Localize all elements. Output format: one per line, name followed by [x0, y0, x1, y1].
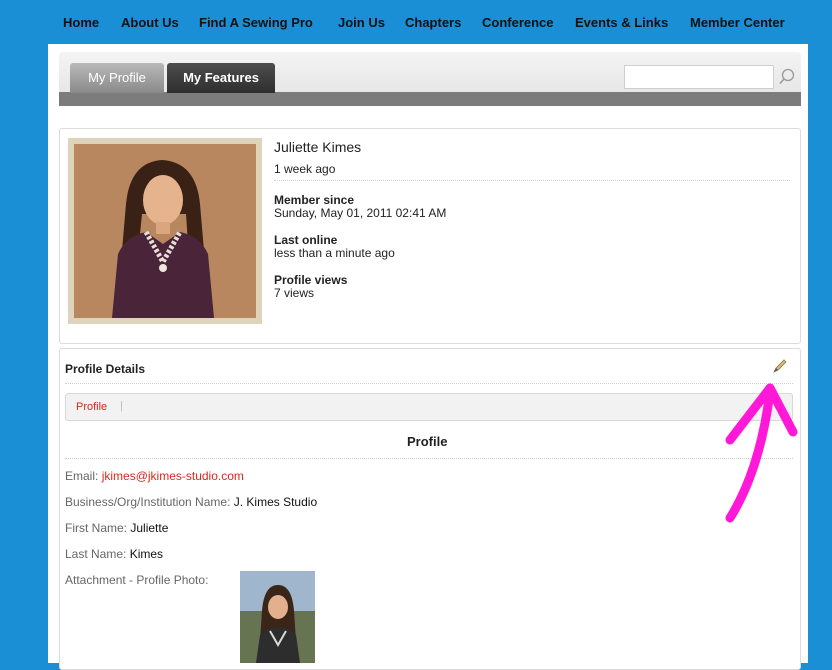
- tab-my-profile[interactable]: My Profile: [70, 63, 164, 93]
- top-navigation: Home About Us Find A Sewing Pro Join Us …: [48, 0, 808, 44]
- search-input[interactable]: [624, 65, 774, 89]
- nav-find-a-sewing-pro[interactable]: Find A Sewing Pro: [199, 15, 313, 30]
- nav-member-center[interactable]: Member Center: [690, 15, 785, 30]
- attachment-label: Attachment - Profile Photo:: [65, 573, 209, 587]
- profile-last-update: 1 week ago: [274, 162, 336, 176]
- profile-views-label: Profile views: [274, 273, 348, 287]
- search-icon[interactable]: [778, 68, 796, 86]
- member-since-value: Sunday, May 01, 2011 02:41 AM: [274, 206, 447, 220]
- details-tab-box: Profile |: [65, 393, 793, 421]
- divider: [65, 458, 793, 459]
- nav-join-us[interactable]: Join Us: [338, 15, 385, 30]
- divider: [65, 383, 793, 384]
- details-tab-profile[interactable]: Profile: [76, 401, 107, 413]
- business-label: Business/Org/Institution Name:: [65, 495, 231, 509]
- divider: [274, 180, 790, 181]
- email-label: Email:: [65, 469, 99, 483]
- email-link[interactable]: jkimes@jkimes-studio.com: [102, 469, 244, 483]
- business-value: J. Kimes Studio: [233, 495, 318, 509]
- tab-underline-strip: [59, 92, 801, 106]
- email-row: Email: jkimes@jkimes-studio.com: [65, 469, 244, 483]
- first-name-value: Juliette: [130, 521, 169, 535]
- tab-my-features[interactable]: My Features: [167, 63, 275, 93]
- attachment-photo[interactable]: [240, 571, 315, 663]
- nav-home[interactable]: Home: [63, 15, 99, 30]
- member-since-label: Member since: [274, 193, 355, 207]
- page-container: Home About Us Find A Sewing Pro Join Us …: [48, 0, 808, 670]
- profile-views-value: 7 views: [274, 286, 315, 300]
- last-name-value: Kimes: [129, 547, 164, 561]
- tab-separator: |: [120, 400, 123, 412]
- profile-name: Juliette Kimes: [274, 139, 362, 155]
- last-online-label: Last online: [274, 233, 338, 247]
- first-name-label: First Name:: [65, 521, 128, 535]
- nav-events-links[interactable]: Events & Links: [575, 15, 668, 30]
- nav-chapters[interactable]: Chapters: [405, 15, 461, 30]
- last-name-row: Last Name: Kimes: [65, 547, 163, 561]
- pencil-icon[interactable]: [771, 357, 789, 375]
- section-title: Profile: [407, 434, 448, 449]
- nav-conference[interactable]: Conference: [482, 15, 554, 30]
- last-online-value: less than a minute ago: [274, 246, 395, 260]
- nav-about-us[interactable]: About Us: [121, 15, 179, 30]
- business-row: Business/Org/Institution Name: J. Kimes …: [65, 495, 317, 509]
- profile-details-heading: Profile Details: [65, 362, 146, 376]
- last-name-label: Last Name:: [65, 547, 127, 561]
- avatar[interactable]: [74, 144, 256, 318]
- first-name-row: First Name: Juliette: [65, 521, 168, 535]
